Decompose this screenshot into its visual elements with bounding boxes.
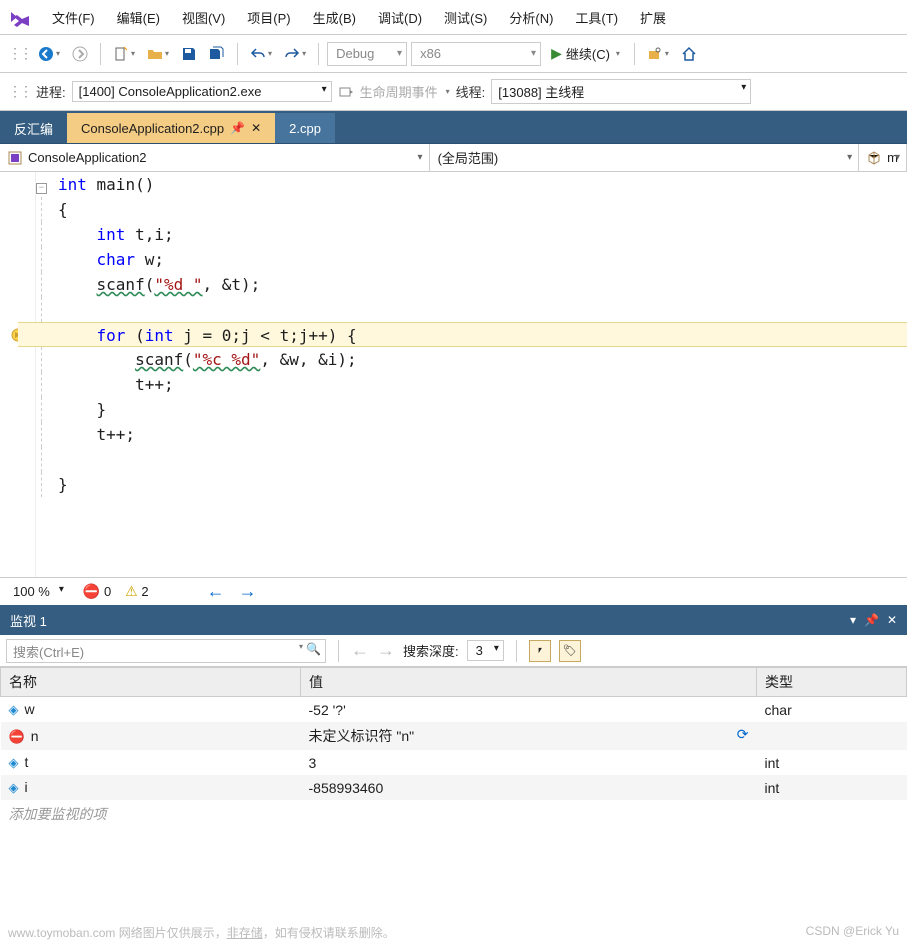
editor-status-bar: 100 % ⛔ 0 ⚠ 2 ← → [0, 577, 907, 605]
menu-analyze[interactable]: 分析(N) [499, 4, 563, 31]
cube-icon [867, 151, 881, 165]
tab-active-file[interactable]: ConsoleApplication2.cpp 📌 ✕ [67, 113, 275, 143]
table-row[interactable]: ◈w-52 '?'char [1, 697, 907, 723]
footer: www.toymoban.com 网络图片仅供展示，非存储，如有侵权请联系删除。… [8, 924, 899, 941]
menu-extensions[interactable]: 扩展 [630, 4, 676, 31]
pin-icon[interactable]: 📌 [230, 121, 245, 135]
save-all-button[interactable] [205, 42, 229, 66]
project-name: ConsoleApplication2 [28, 150, 147, 165]
project-dropdown[interactable]: ConsoleApplication2 [0, 144, 430, 171]
continue-label: 继续(C) [566, 44, 610, 63]
dropdown-icon[interactable]: ▾ [850, 613, 856, 627]
add-watch-row[interactable]: 添加要监视的项 [1, 800, 907, 828]
tab-other-file[interactable]: 2.cpp [275, 113, 335, 143]
process-dropdown[interactable]: [1400] ConsoleApplication2.exe [72, 81, 332, 102]
debug-toolbar: ⋮⋮ 进程: [1400] ConsoleApplication2.exe 生命… [0, 73, 907, 111]
main-toolbar: ⋮⋮ ▾ ▾ ▾ ▾ ▾ Debug x86 ▶ 继续(C) ▾ ▾ [0, 35, 907, 73]
depth-dropdown[interactable]: 3 [467, 640, 504, 661]
navigation-bar: ConsoleApplication2 (全局范围) m [0, 144, 907, 172]
menu-debug[interactable]: 调试(D) [368, 4, 432, 31]
watch-search-input[interactable]: 搜索(Ctrl+E)▾ [6, 639, 326, 663]
code-editor[interactable]: −− int main(){ int t,i; char w; scanf("%… [0, 172, 907, 577]
depth-label: 搜索深度: [403, 641, 459, 660]
footer-link[interactable]: 非存储 [227, 926, 263, 940]
close-icon[interactable]: ✕ [251, 121, 261, 135]
undo-button[interactable]: ▾ [246, 42, 276, 66]
warning-count[interactable]: ⚠ 2 [125, 583, 148, 600]
menu-build[interactable]: 生成(B) [303, 4, 366, 31]
thread-label: 线程: [456, 82, 486, 101]
footer-right: CSDN @Erick Yu [806, 924, 899, 941]
member-dropdown[interactable]: m [859, 144, 907, 171]
code-area[interactable]: int main(){ int t,i; char w; scanf("%d "… [54, 172, 907, 577]
lifecycle-icon [338, 84, 354, 100]
continue-button[interactable]: ▶ 继续(C) ▾ [545, 44, 626, 63]
warning-icon: ⚠ [125, 583, 138, 599]
save-button[interactable] [177, 42, 201, 66]
open-button[interactable]: ▾ [143, 42, 173, 66]
menu-project[interactable]: 项目(P) [237, 4, 300, 31]
search-forward-button[interactable]: → [377, 640, 395, 661]
close-icon[interactable]: ✕ [887, 613, 897, 627]
prev-issue-button[interactable]: ← [207, 581, 225, 602]
footer-left: www.toymoban.com 网络图片仅供展示，非存储，如有侵权请联系删除。 [8, 924, 395, 941]
home-button[interactable] [677, 42, 701, 66]
zoom-dropdown[interactable]: 100 % [6, 581, 69, 602]
lifecycle-label: 生命周期事件 [360, 82, 438, 101]
member-label: m [887, 150, 898, 165]
tab-label: ConsoleApplication2.cpp [81, 121, 224, 136]
breakpoint-gutter[interactable] [0, 172, 36, 577]
table-row[interactable]: ⛔n未定义标识符 "n"⟳ [1, 722, 907, 750]
menu-edit[interactable]: 编辑(E) [107, 4, 170, 31]
platform-dropdown[interactable]: x86 [411, 42, 541, 66]
watch-toolbar: 搜索(Ctrl+E)▾ ← → 搜索深度: 3 ⎖ 🏷 [0, 635, 907, 667]
back-button[interactable]: ▾ [34, 42, 64, 66]
menu-view[interactable]: 视图(V) [172, 4, 235, 31]
error-count[interactable]: ⛔ 0 [83, 583, 111, 600]
forward-button[interactable] [68, 42, 92, 66]
grip-icon[interactable]: ⋮⋮ [8, 83, 30, 100]
vs-logo-icon [8, 5, 32, 29]
new-file-button[interactable]: ▾ [109, 42, 139, 66]
thread-dropdown[interactable]: [13088] 主线程 [491, 79, 751, 104]
play-icon: ▶ [551, 45, 562, 62]
tab-disassembly[interactable]: 反汇编 [0, 113, 67, 143]
process-label: 进程: [36, 82, 66, 101]
search-back-button[interactable]: ← [351, 640, 369, 661]
col-name[interactable]: 名称 [1, 668, 301, 697]
menu-tools[interactable]: 工具(T) [565, 4, 628, 31]
filter-button[interactable]: ⎖ [529, 640, 551, 662]
watch-title-label: 监视 1 [10, 611, 47, 630]
lifecycle-chevron[interactable]: ▾ [446, 87, 450, 96]
menu-file[interactable]: 文件(F) [42, 4, 105, 31]
pin-icon[interactable]: 📌 [864, 613, 879, 627]
col-value[interactable]: 值 [301, 668, 757, 697]
menu-bar: 文件(F) 编辑(E) 视图(V) 项目(P) 生成(B) 调试(D) 测试(S… [0, 0, 907, 35]
redo-button[interactable]: ▾ [280, 42, 310, 66]
col-type[interactable]: 类型 [757, 668, 907, 697]
columns-button[interactable]: 🏷 [559, 640, 581, 662]
menu-test[interactable]: 测试(S) [434, 4, 497, 31]
error-icon: ⛔ [83, 583, 100, 599]
fold-gutter[interactable]: −− [36, 172, 54, 577]
watch-table: 名称 值 类型 ◈w-52 '?'char⛔n未定义标识符 "n"⟳◈t3int… [0, 667, 907, 828]
table-row[interactable]: ◈t3int [1, 750, 907, 775]
scope-label: (全局范围) [438, 148, 499, 167]
project-icon [8, 151, 22, 165]
next-issue-button[interactable]: → [239, 581, 257, 602]
scope-dropdown[interactable]: (全局范围) [430, 144, 860, 171]
table-row[interactable]: ◈i-858993460int [1, 775, 907, 800]
document-tabs: 反汇编 ConsoleApplication2.cpp 📌 ✕ 2.cpp [0, 111, 907, 144]
config-dropdown[interactable]: Debug [327, 42, 407, 66]
find-button[interactable]: ▾ [643, 42, 673, 66]
watch-panel-title: 监视 1 ▾ 📌 ✕ [0, 605, 907, 635]
grip-icon[interactable]: ⋮⋮ [8, 45, 30, 62]
